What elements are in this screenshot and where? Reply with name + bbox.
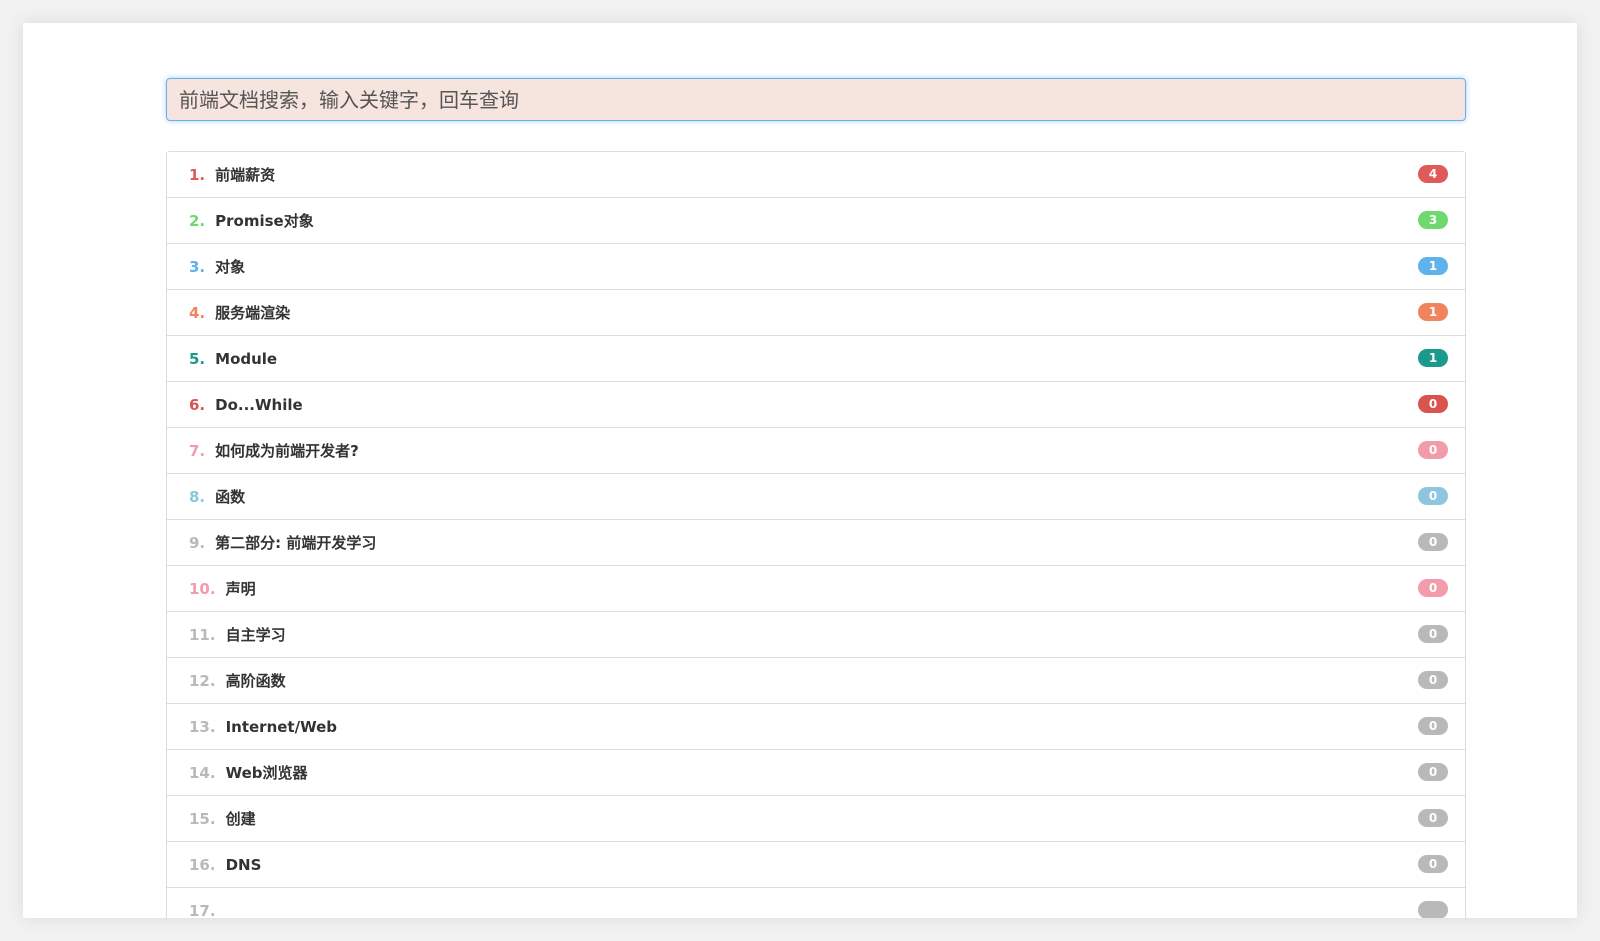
count-badge: 0 bbox=[1418, 533, 1448, 551]
list-item[interactable]: 15. 创建 0 bbox=[166, 796, 1466, 842]
item-number: 3. bbox=[189, 257, 206, 276]
item-number: 16. bbox=[189, 855, 216, 874]
list-item[interactable]: 3. 对象 1 bbox=[166, 244, 1466, 290]
item-number: 4. bbox=[189, 303, 206, 322]
item-title: 第二部分: 前端开发学习 bbox=[215, 534, 377, 552]
count-badge: 3 bbox=[1418, 211, 1448, 229]
count-badge: 1 bbox=[1418, 257, 1448, 275]
app-window: 1.前端薪资42.Promise对象33.对象14.服务端渲染15.Module… bbox=[23, 23, 1577, 918]
item-title: 函数 bbox=[215, 488, 246, 506]
list-item[interactable]: 1. 前端薪资 4 bbox=[166, 152, 1466, 198]
item-number: 7. bbox=[189, 441, 206, 460]
list-item[interactable]: 17. bbox=[166, 888, 1466, 918]
list-item[interactable]: 2. Promise对象 3 bbox=[166, 198, 1466, 244]
count-badge: 0 bbox=[1418, 487, 1448, 505]
item-number: 10. bbox=[189, 579, 216, 598]
item-title: Web浏览器 bbox=[225, 764, 308, 782]
list-item[interactable]: 7. 如何成为前端开发者? 0 bbox=[166, 428, 1466, 474]
item-title: 前端薪资 bbox=[215, 166, 276, 184]
list-item[interactable]: 12. 高阶函数 0 bbox=[166, 658, 1466, 704]
item-title: 服务端渲染 bbox=[215, 304, 291, 322]
document-list: 1. 前端薪资 4 2. Promise对象 3 3. 对象 1 4. 服务端渲染 1 5. Module… bbox=[166, 151, 1466, 918]
item-number: 15. bbox=[189, 809, 216, 828]
count-badge: 4 bbox=[1418, 165, 1448, 183]
item-number: 5. bbox=[189, 349, 206, 368]
list-item[interactable]: 10. 声明 0 bbox=[166, 566, 1466, 612]
item-title: 声明 bbox=[225, 580, 256, 598]
item-title: 如何成为前端开发者? bbox=[215, 442, 359, 460]
list-item[interactable]: 9. 第二部分: 前端开发学习 0 bbox=[166, 520, 1466, 566]
item-number: 17. bbox=[189, 901, 216, 919]
list-item[interactable]: 16. DNS 0 bbox=[166, 842, 1466, 888]
item-title: Module bbox=[215, 349, 278, 368]
item-title: Promise对象 bbox=[215, 212, 314, 230]
item-number: 8. bbox=[189, 487, 206, 506]
count-badge: 0 bbox=[1418, 763, 1448, 781]
list-item[interactable]: 6. Do...While 0 bbox=[166, 382, 1466, 428]
list-item[interactable]: 4. 服务端渲染 1 bbox=[166, 290, 1466, 336]
item-number: 14. bbox=[189, 763, 216, 782]
item-title: 对象 bbox=[215, 258, 246, 276]
item-title: 创建 bbox=[225, 810, 256, 828]
item-number: 13. bbox=[189, 717, 216, 736]
count-badge bbox=[1418, 901, 1448, 918]
count-badge: 0 bbox=[1418, 579, 1448, 597]
list-item[interactable]: 5. Module 1 bbox=[166, 336, 1466, 382]
item-number: 11. bbox=[189, 625, 216, 644]
count-badge: 0 bbox=[1418, 625, 1448, 643]
count-badge: 0 bbox=[1418, 671, 1448, 689]
count-badge: 0 bbox=[1418, 855, 1448, 873]
count-badge: 0 bbox=[1418, 441, 1448, 459]
list-item[interactable]: 14. Web浏览器 0 bbox=[166, 750, 1466, 796]
count-badge: 1 bbox=[1418, 349, 1448, 367]
search-input[interactable] bbox=[166, 78, 1466, 121]
list-item[interactable]: 13. Internet/Web 0 bbox=[166, 704, 1466, 750]
item-title: 自主学习 bbox=[225, 626, 286, 644]
list-item[interactable]: 8. 函数 0 bbox=[166, 474, 1466, 520]
list-item[interactable]: 11. 自主学习 0 bbox=[166, 612, 1466, 658]
item-title: Do...While bbox=[215, 395, 303, 414]
count-badge: 0 bbox=[1418, 809, 1448, 827]
item-number: 1. bbox=[189, 165, 206, 184]
item-number: 9. bbox=[189, 533, 206, 552]
item-title: 高阶函数 bbox=[225, 672, 286, 690]
count-badge: 0 bbox=[1418, 395, 1448, 413]
count-badge: 1 bbox=[1418, 303, 1448, 321]
count-badge: 0 bbox=[1418, 717, 1448, 735]
item-number: 6. bbox=[189, 395, 206, 414]
item-title: Internet/Web bbox=[225, 717, 338, 736]
item-number: 2. bbox=[189, 211, 206, 230]
item-title: DNS bbox=[225, 855, 262, 874]
item-number: 12. bbox=[189, 671, 216, 690]
